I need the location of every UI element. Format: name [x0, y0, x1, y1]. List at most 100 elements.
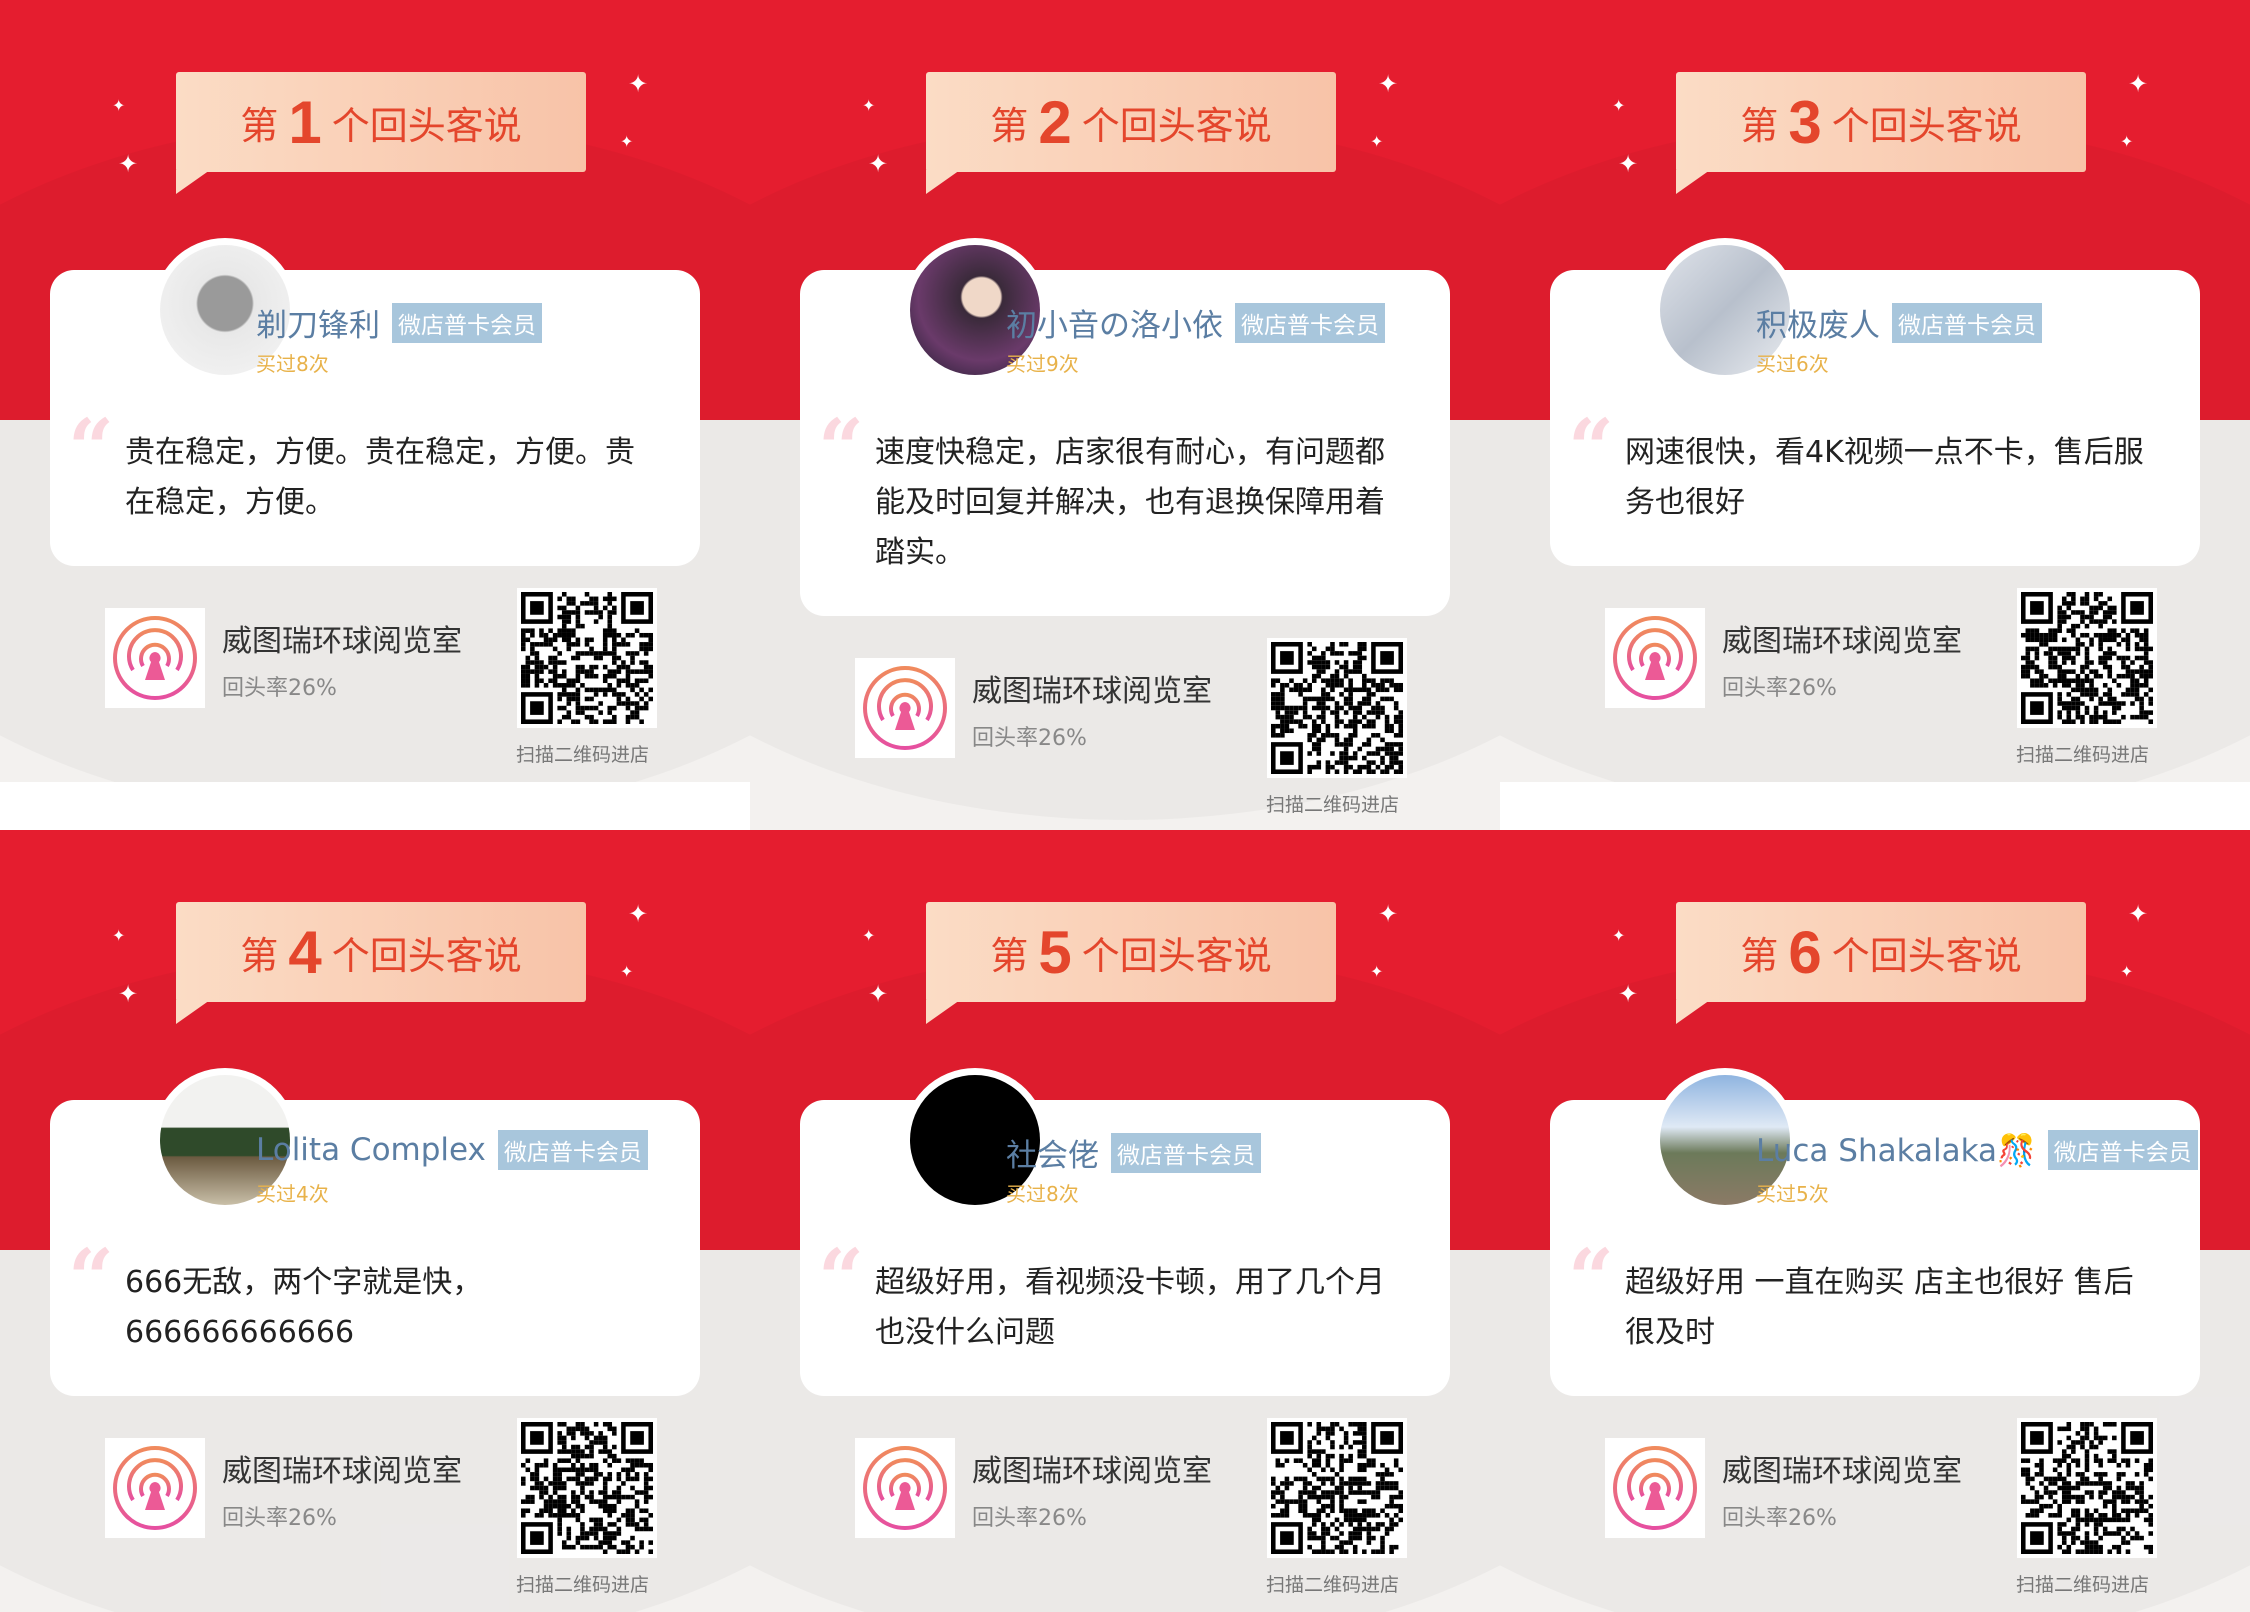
sparkle-icon: ✦: [112, 926, 126, 945]
qr-code[interactable]: [1267, 638, 1407, 778]
banner-suffix: 个回头客说: [1831, 103, 2022, 148]
scan-label: 扫描二维码进店: [2016, 744, 2150, 766]
rank-banner: 第 6 个回头客说: [1676, 902, 2086, 1024]
customer-name: Lolita Complex: [256, 1132, 486, 1168]
rank-number: 2: [1038, 88, 1072, 156]
sparkle-icon: ✦: [118, 150, 139, 178]
return-rate: 回头率26%: [972, 726, 1087, 751]
sparkle-icon: ✦: [2128, 900, 2149, 928]
banner-suffix: 个回头客说: [331, 933, 522, 978]
qr-code[interactable]: [517, 588, 657, 728]
store-footer: 威图瑞环球阅览室 回头率26% 扫描二维码进店: [0, 588, 750, 778]
store-footer: 威图瑞环球阅览室 回头率26% 扫描二维码进店: [1500, 1418, 2250, 1608]
store-name: 威图瑞环球阅览室: [222, 1454, 462, 1489]
purchase-count: 买过9次: [1006, 352, 1079, 376]
store-logo[interactable]: [105, 608, 205, 708]
customer-name: 剃刀锋利: [256, 308, 380, 344]
qr-code[interactable]: [2017, 1418, 2157, 1558]
store-name: 威图瑞环球阅览室: [972, 1454, 1212, 1489]
store-footer: 威图瑞环球阅览室 回头率26% 扫描二维码进店: [750, 1418, 1500, 1608]
quote-icon: “: [68, 1231, 115, 1325]
sparkle-icon: ✦: [1370, 132, 1384, 151]
broadcast-logo-icon: [1613, 1446, 1697, 1530]
member-badge: 微店普卡会员: [1111, 1132, 1261, 1173]
review-text: 666无敌，两个字就是快，666666666666: [125, 1265, 483, 1350]
sparkle-icon: ✦: [2128, 70, 2149, 98]
review-text: 贵在稳定，方便。贵在稳定，方便。贵在稳定，方便。: [125, 435, 635, 520]
banner-prefix: 第: [1740, 933, 1779, 978]
review-panel: ✦ ✦ ✦ ✦ 第 6 个回头客说 Luca Shakalaka🎊 微店普卡会员…: [1500, 830, 2250, 1612]
return-rate: 回头率26%: [1722, 1506, 1837, 1531]
quote-icon: “: [1568, 1231, 1615, 1325]
banner-prefix: 第: [1740, 103, 1779, 148]
scan-label: 扫描二维码进店: [516, 744, 650, 766]
review-panel: ✦ ✦ ✦ ✦ 第 1 个回头客说 剃刀锋利 微店普卡会员 买过8次 “ 贵在稳…: [0, 0, 750, 782]
rank-number: 4: [288, 918, 322, 986]
sparkle-icon: ✦: [868, 150, 889, 178]
broadcast-logo-icon: [113, 1446, 197, 1530]
purchase-count: 买过4次: [256, 1182, 329, 1206]
sparkle-icon: ✦: [1370, 962, 1384, 981]
sparkle-icon: ✦: [862, 926, 876, 945]
review-card: 积极废人 微店普卡会员 买过6次 “ 网速很快，看4K视频一点不卡，售后服务也很…: [1550, 238, 2200, 566]
member-badge: 微店普卡会员: [2047, 1130, 2198, 1170]
rank-banner: 第 2 个回头客说: [926, 72, 1336, 194]
broadcast-logo-icon: [863, 1446, 947, 1530]
scan-label: 扫描二维码进店: [2016, 1574, 2150, 1596]
rank-number: 6: [1788, 918, 1822, 986]
sparkle-icon: ✦: [628, 70, 649, 98]
store-logo[interactable]: [855, 658, 955, 758]
sparkle-icon: ✦: [1378, 900, 1399, 928]
return-rate: 回头率26%: [222, 1506, 337, 1531]
qr-code[interactable]: [2017, 588, 2157, 728]
customer-name: 社会佬: [1006, 1138, 1099, 1174]
customer-name: 初小音の洛小依: [1006, 308, 1223, 344]
sparkle-icon: ✦: [628, 900, 649, 928]
rank-number: 3: [1788, 88, 1822, 156]
broadcast-logo-icon: [1613, 616, 1697, 700]
sparkle-icon: ✦: [2120, 132, 2134, 151]
sparkle-icon: ✦: [1378, 70, 1399, 98]
store-logo[interactable]: [855, 1438, 955, 1538]
sparkle-icon: ✦: [1618, 980, 1639, 1008]
banner-prefix: 第: [990, 103, 1029, 148]
banner-prefix: 第: [990, 933, 1029, 978]
store-logo[interactable]: [1605, 608, 1705, 708]
review-card: 初小音の洛小依 微店普卡会员 买过9次 “ 速度快稳定，店家很有耐心，有问题都能…: [800, 238, 1450, 616]
quote-icon: “: [1568, 401, 1615, 495]
quote-icon: “: [68, 401, 115, 495]
review-panel: ✦ ✦ ✦ ✦ 第 2 个回头客说 初小音の洛小依 微店普卡会员 买过9次 “ …: [750, 0, 1500, 830]
member-badge: 微店普卡会员: [1892, 302, 2042, 343]
store-logo[interactable]: [1605, 1438, 1705, 1538]
sparkle-icon: ✦: [862, 96, 876, 115]
review-panel: ✦ ✦ ✦ ✦ 第 4 个回头客说 Lolita Complex 微店普卡会员 …: [0, 830, 750, 1612]
banner-prefix: 第: [240, 933, 279, 978]
review-text: 速度快稳定，店家很有耐心，有问题都能及时回复并解决，也有退换保障用着踏实。: [875, 435, 1385, 570]
store-name: 威图瑞环球阅览室: [1722, 1454, 1962, 1489]
quote-icon: “: [818, 1231, 865, 1325]
sparkle-icon: ✦: [1618, 150, 1639, 178]
scan-label: 扫描二维码进店: [516, 1574, 650, 1596]
purchase-count: 买过8次: [1006, 1182, 1079, 1206]
banner-suffix: 个回头客说: [1081, 933, 1272, 978]
banner-suffix: 个回头客说: [1831, 933, 2022, 978]
store-footer: 威图瑞环球阅览室 回头率26% 扫描二维码进店: [0, 1418, 750, 1608]
store-footer: 威图瑞环球阅览室 回头率26% 扫描二维码进店: [750, 638, 1500, 828]
scan-label: 扫描二维码进店: [1266, 1574, 1400, 1596]
store-name: 威图瑞环球阅览室: [222, 624, 462, 659]
return-rate: 回头率26%: [1722, 676, 1837, 701]
customer-name: Luca Shakalaka🎊: [1756, 1132, 2036, 1169]
sparkle-icon: ✦: [868, 980, 889, 1008]
review-text: 超级好用，看视频没卡顿，用了几个月也没什么问题: [875, 1265, 1385, 1350]
rank-banner: 第 5 个回头客说: [926, 902, 1336, 1024]
member-badge: 微店普卡会员: [497, 1130, 648, 1170]
sparkle-icon: ✦: [620, 962, 634, 981]
qr-code[interactable]: [517, 1418, 657, 1558]
broadcast-logo-icon: [113, 616, 197, 700]
rank-number: 5: [1038, 918, 1072, 986]
member-badge: 微店普卡会员: [392, 302, 542, 343]
sparkle-icon: ✦: [118, 980, 139, 1008]
qr-code[interactable]: [1267, 1418, 1407, 1558]
store-logo[interactable]: [105, 1438, 205, 1538]
banner-prefix: 第: [240, 103, 279, 148]
